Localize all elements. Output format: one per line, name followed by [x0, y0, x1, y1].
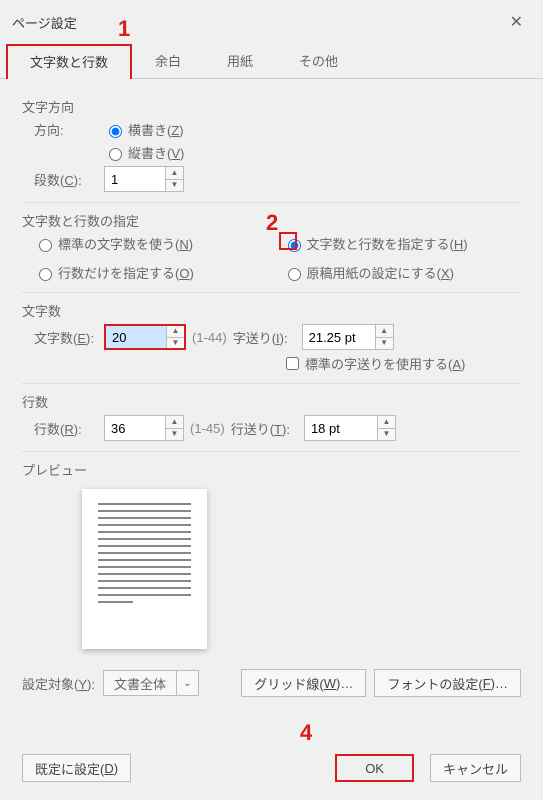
radio-vertical[interactable]: 縦書き(V): [104, 143, 184, 162]
dialog-footer: 4 既定に設定(D) OK キャンセル: [0, 740, 543, 800]
lines-up-icon[interactable]: ▲: [166, 416, 183, 429]
apply-label: 設定対象(Y):: [22, 674, 95, 693]
radio-standard-label: 標準の文字数を使う(N): [58, 234, 193, 253]
cancel-button[interactable]: キャンセル: [430, 754, 521, 782]
tab-other[interactable]: その他: [276, 44, 361, 79]
char-pitch-label: 字送り(I):: [233, 328, 288, 347]
section-direction: 文字方向: [22, 97, 521, 116]
grid-lines-button[interactable]: グリッド線(W)…: [241, 669, 366, 697]
radio-standard-input[interactable]: [39, 239, 52, 252]
tab-paper[interactable]: 用紙: [204, 44, 276, 79]
radio-specify[interactable]: 文字数と行数を指定する(H): [283, 234, 522, 253]
lines-spinner[interactable]: ▲ ▼: [104, 415, 184, 441]
line-pitch-spinner[interactable]: ▲ ▼: [304, 415, 396, 441]
radio-horizontal-input[interactable]: [109, 125, 122, 138]
dialog-content: 文字方向 方向: 横書き(Z) 縦書き(V) 段数(C): ▲ ▼ 文字数と行数…: [0, 79, 543, 740]
chars-down-icon[interactable]: ▼: [167, 338, 184, 349]
radio-standard[interactable]: 標準の文字数を使う(N): [34, 234, 273, 253]
apply-value: 文書全体: [104, 672, 176, 695]
tabs: 1 文字数と行数 余白 用紙 その他: [0, 44, 543, 79]
tab-chars-lines[interactable]: 文字数と行数: [6, 44, 132, 79]
radio-lines-only[interactable]: 行数だけを指定する(O): [34, 263, 273, 282]
radio-lines-only-input[interactable]: [39, 268, 52, 281]
radio-specify-label: 文字数と行数を指定する(H): [307, 234, 468, 253]
char-pitch-up-icon[interactable]: ▲: [376, 325, 393, 338]
chars-label: 文字数(E):: [22, 328, 104, 347]
tab-margins[interactable]: 余白: [132, 44, 204, 79]
lines-range: (1-45): [190, 421, 225, 436]
section-chars: 文字数: [22, 301, 521, 320]
columns-up-icon[interactable]: ▲: [166, 167, 183, 180]
section-lines: 行数: [22, 392, 521, 411]
preview-document: [82, 489, 207, 649]
title-bar: ページ設定 ✕: [0, 0, 543, 44]
line-pitch-down-icon[interactable]: ▼: [378, 429, 395, 441]
chars-up-icon[interactable]: ▲: [167, 326, 184, 338]
ok-button[interactable]: OK: [335, 754, 414, 782]
char-pitch-input[interactable]: [303, 325, 375, 349]
radio-vertical-input[interactable]: [109, 148, 122, 161]
apply-select[interactable]: 文書全体 ⌄: [103, 670, 199, 696]
radio-horizontal-label: 横書き(Z): [128, 120, 184, 139]
lines-down-icon[interactable]: ▼: [166, 429, 183, 441]
section-spec: 文字数と行数の指定: [22, 211, 521, 230]
chars-input[interactable]: [106, 326, 166, 348]
char-pitch-down-icon[interactable]: ▼: [376, 338, 393, 350]
checkbox-default-pitch[interactable]: 標準の字送りを使用する(A): [282, 354, 465, 373]
line-pitch-label: 行送り(T):: [231, 419, 290, 438]
line-pitch-input[interactable]: [305, 416, 377, 440]
columns-input[interactable]: [105, 167, 165, 191]
direction-label: 方向:: [22, 120, 104, 139]
radio-genkou-label: 原稿用紙の設定にする(X): [307, 263, 454, 282]
columns-spinner[interactable]: ▲ ▼: [104, 166, 184, 192]
chevron-down-icon[interactable]: ⌄: [176, 671, 198, 695]
section-preview: プレビュー: [22, 460, 521, 479]
char-pitch-spinner[interactable]: ▲ ▼: [302, 324, 394, 350]
chars-spinner[interactable]: ▲ ▼: [104, 324, 186, 350]
lines-label: 行数(R):: [22, 419, 104, 438]
radio-vertical-label: 縦書き(V): [128, 143, 184, 162]
radio-genkou[interactable]: 原稿用紙の設定にする(X): [283, 263, 522, 282]
lines-input[interactable]: [105, 416, 165, 440]
set-default-button[interactable]: 既定に設定(D): [22, 754, 131, 782]
chars-range: (1-44): [192, 330, 227, 345]
close-icon[interactable]: ✕: [502, 8, 531, 36]
window-title: ページ設定: [12, 13, 77, 32]
columns-label: 段数(C):: [22, 170, 104, 189]
checkbox-default-pitch-label: 標準の字送りを使用する(A): [305, 354, 465, 373]
annotation-2-box: [279, 232, 297, 250]
radio-genkou-input[interactable]: [288, 268, 301, 281]
checkbox-default-pitch-input[interactable]: [286, 357, 299, 370]
radio-lines-only-label: 行数だけを指定する(O): [58, 263, 194, 282]
font-settings-button[interactable]: フォントの設定(F)…: [374, 669, 521, 697]
line-pitch-up-icon[interactable]: ▲: [378, 416, 395, 429]
columns-down-icon[interactable]: ▼: [166, 180, 183, 192]
radio-horizontal[interactable]: 横書き(Z): [104, 120, 184, 139]
